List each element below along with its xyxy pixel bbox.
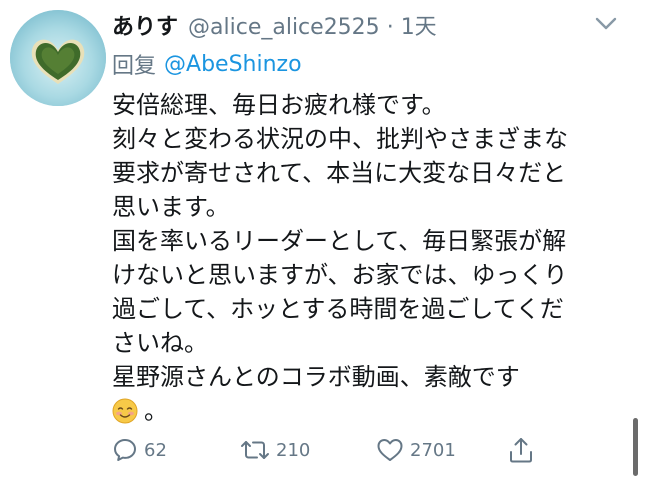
tweet-text-line: さいね。 (112, 329, 208, 357)
tweet-text-line: けないと思いますが、お家では、ゆっくり (112, 261, 568, 289)
reply-mention-link[interactable]: @AbeShinzo (164, 52, 302, 77)
tweet-text-line: 国を率いるリーダーとして、毎日緊張が解 (112, 227, 567, 255)
share-icon (508, 436, 534, 464)
tweet-text-line: 思います。 (112, 193, 230, 221)
scrollbar-thumb[interactable] (633, 418, 638, 476)
reply-icon (112, 437, 138, 463)
retweet-button[interactable]: 210 (240, 432, 310, 468)
tweet-text-line: 要求が寄せされて、本当に大変な日々だと (112, 159, 567, 187)
reply-count: 62 (144, 439, 167, 461)
tweet-text-line: 過ごして、ホッとする時間を過ごしてくだ (112, 295, 564, 323)
like-count: 2701 (410, 439, 456, 461)
like-button[interactable]: 2701 (376, 432, 456, 468)
meta-separator: · (386, 15, 394, 40)
tweet-text: 安倍総理、毎日お疲れ様です。 刻々と変わる状況の中、批判やさまざまな 要求が寄せ… (112, 88, 632, 428)
tweet-actions: 62 210 2701 (112, 432, 552, 468)
avatar-island-image (10, 10, 106, 106)
author-display-name[interactable]: ありす (112, 9, 178, 41)
author-handle[interactable]: @alice_alice2525 (188, 15, 380, 40)
reply-context: 回复 @AbeShinzo (112, 48, 302, 80)
tweet-text-line: 安倍総理、毎日お疲れ様です。 (112, 91, 446, 119)
chevron-down-icon[interactable] (594, 15, 618, 33)
heart-icon (376, 437, 404, 463)
retweet-icon (240, 437, 270, 463)
smiling-face-icon (112, 398, 138, 424)
reply-button[interactable]: 62 (112, 432, 167, 468)
retweet-count: 210 (276, 439, 311, 461)
emoji-line-tail: 。 (144, 397, 168, 425)
avatar[interactable] (10, 10, 106, 106)
tweet-text-line: 刻々と変わる状況の中、批判やさまざまな (112, 125, 568, 153)
share-button[interactable] (508, 432, 534, 468)
tweet-timestamp[interactable]: 1天 (401, 15, 437, 40)
reply-prefix: 回复 (112, 54, 157, 79)
tweet-text-line: 星野源さんとのコラボ動画、素敵です (112, 363, 520, 391)
emoji-line: 。 (112, 394, 632, 428)
tweet-header: ありす @alice_alice2525 · 1天 (112, 6, 437, 44)
author-handle-and-time: @alice_alice2525 · 1天 (188, 9, 437, 41)
